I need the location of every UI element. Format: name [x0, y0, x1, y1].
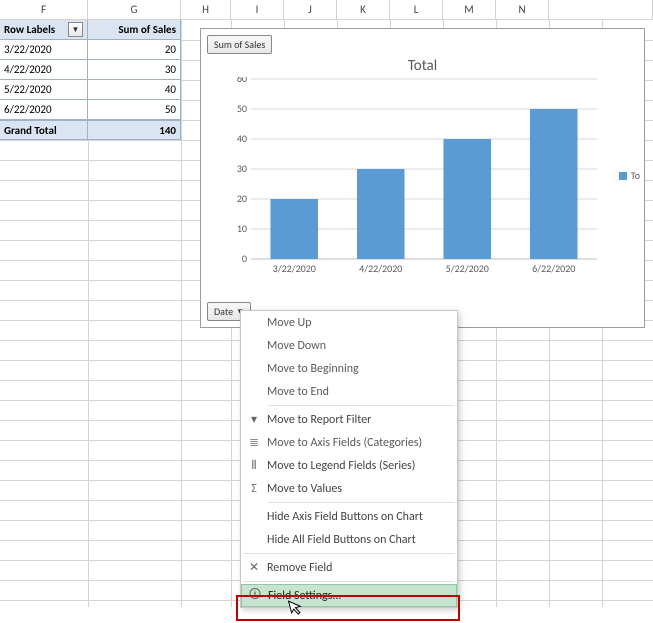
legend-label: To — [631, 169, 640, 182]
row-value[interactable]: 20 — [88, 40, 181, 60]
menu-item-label: Move Up — [267, 316, 312, 330]
menu-item-move-up: Move Up — [241, 311, 457, 334]
table-row[interactable]: 3/22/202020 — [0, 40, 181, 60]
row-value[interactable]: 40 — [88, 80, 181, 100]
svg-text:10: 10 — [237, 222, 247, 235]
chart-legend[interactable]: To — [619, 169, 640, 182]
sigma-icon: Σ — [241, 482, 267, 496]
svg-text:40: 40 — [237, 132, 247, 145]
row-label[interactable]: 5/22/2020 — [0, 80, 88, 100]
col-header-n[interactable]: N — [496, 0, 549, 19]
svg-text:30: 30 — [237, 162, 247, 175]
col-header-l[interactable]: L — [390, 0, 443, 19]
menu-item-label: Move to Legend Fields (Series) — [267, 459, 415, 473]
col-header-k[interactable]: K — [337, 0, 390, 19]
grand-total-label: Grand Total — [0, 120, 88, 140]
menu-separator — [268, 405, 455, 406]
menu-item-move-down: Move Down — [241, 334, 457, 357]
col-header-i[interactable]: I — [231, 0, 284, 19]
menu-item-move-to-report-filter[interactable]: ▾Move to Report Filter — [241, 408, 457, 431]
row-value[interactable]: 50 — [88, 100, 181, 120]
sum-of-sales-text: Sum of Sales — [118, 23, 176, 36]
svg-text:3/22/2020: 3/22/2020 — [273, 262, 316, 275]
row-label[interactable]: 6/22/2020 — [0, 100, 88, 120]
chart-title[interactable]: Total — [201, 57, 644, 75]
svg-text:20: 20 — [237, 192, 247, 205]
svg-text:5/22/2020: 5/22/2020 — [446, 262, 489, 275]
menu-item-label: Field Settings... — [268, 589, 341, 603]
table-row[interactable]: 6/22/202050 — [0, 100, 181, 120]
info-icon: 🛈 — [242, 585, 268, 606]
col-header-f[interactable]: F — [0, 0, 88, 19]
row-labels-text: Row Labels — [4, 23, 55, 36]
table-row[interactable]: 5/22/202040 — [0, 80, 181, 100]
col-header-m[interactable]: M — [443, 0, 496, 19]
col-header-j[interactable]: J — [284, 0, 337, 19]
svg-text:60: 60 — [237, 77, 247, 85]
menu-item-label: Hide Axis Field Buttons on Chart — [267, 510, 423, 524]
col-header-h[interactable]: H — [181, 0, 231, 19]
menu-separator — [243, 581, 455, 582]
menu-item-label: Hide All Field Buttons on Chart — [267, 533, 416, 547]
row-labels-header[interactable]: Row Labels ▼ — [0, 20, 88, 40]
field-context-menu: Move Up Move Down Move to Beginning Move to… — [240, 310, 458, 608]
svg-text:4/22/2020: 4/22/2020 — [359, 262, 402, 275]
menu-separator — [243, 553, 455, 554]
menu-item-move-to-end: Move to End — [241, 380, 457, 403]
menu-item-label: Move to Values — [267, 482, 342, 496]
menu-item-label: Remove Field — [267, 561, 332, 575]
menu-item-field-settings[interactable]: 🛈Field Settings... — [241, 584, 457, 607]
legend-swatch-icon — [619, 172, 627, 180]
sum-of-sales-header[interactable]: Sum of Sales — [88, 20, 181, 40]
menu-item-move-to-values[interactable]: ΣMove to Values — [241, 477, 457, 500]
row-label[interactable]: 3/22/2020 — [0, 40, 88, 60]
row-label[interactable]: 4/22/2020 — [0, 60, 88, 80]
pivot-table: Row Labels ▼ Sum of Sales 3/22/2020204/2… — [0, 20, 181, 140]
svg-text:0: 0 — [242, 252, 247, 265]
row-labels-dropdown[interactable]: ▼ — [68, 22, 83, 37]
menu-item-move-to-axis-fields-categories: ≣Move to Axis Fields (Categories) — [241, 431, 457, 454]
col-header-extra[interactable] — [549, 0, 653, 19]
bars-v-icon: ⦀ — [241, 459, 267, 473]
row-value[interactable]: 30 — [88, 60, 181, 80]
menu-item-label: Move Down — [267, 339, 326, 353]
grand-total-value: 140 — [88, 120, 181, 140]
menu-item-remove-field[interactable]: ✕Remove Field — [241, 556, 457, 579]
svg-text:50: 50 — [237, 102, 247, 115]
menu-item-move-to-legend-fields-series[interactable]: ⦀Move to Legend Fields (Series) — [241, 454, 457, 477]
pivot-chart[interactable]: Sum of Sales Total 0 10 20 30 40 50 60 3/22/202… — [200, 28, 645, 328]
col-header-g[interactable]: G — [88, 0, 181, 19]
menu-item-hide-axis-field-buttons-on-chart[interactable]: Hide Axis Field Buttons on Chart — [241, 505, 457, 528]
table-row[interactable]: 4/22/202030 — [0, 60, 181, 80]
menu-item-label: Move to Axis Fields (Categories) — [267, 436, 422, 450]
menu-item-label: Move to Report Filter — [267, 413, 371, 427]
menu-item-hide-all-field-buttons-on-chart[interactable]: Hide All Field Buttons on Chart — [241, 528, 457, 551]
menu-item-move-to-beginning: Move to Beginning — [241, 357, 457, 380]
value-field-button[interactable]: Sum of Sales — [207, 35, 272, 54]
x-icon: ✕ — [241, 560, 267, 575]
menu-item-label: Move to Beginning — [267, 362, 359, 376]
bars-h-icon: ≣ — [241, 435, 267, 450]
funnel-icon: ▾ — [241, 412, 267, 427]
svg-text:6/22/2020: 6/22/2020 — [532, 262, 575, 275]
menu-separator — [268, 502, 455, 503]
menu-item-label: Move to End — [267, 385, 329, 399]
chart-plot-area: 0 10 20 30 40 50 60 3/22/2020 4/22/2020 5/22/2020… — [229, 77, 599, 277]
